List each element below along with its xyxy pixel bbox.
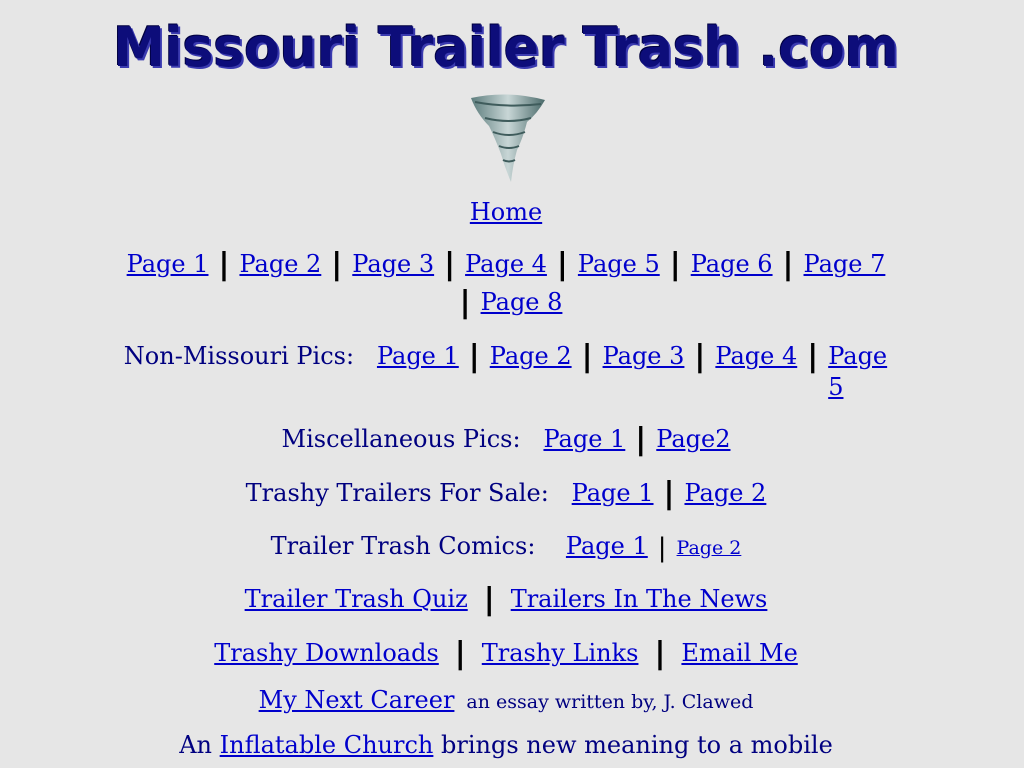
church-suffix: brings new meaning to a mobile — [441, 731, 833, 759]
non-missouri-page-4-link[interactable]: Page 4 — [715, 342, 797, 370]
page-7-link[interactable]: Page 7 — [804, 250, 886, 278]
site-title: Missouri Trailer Trash .com — [113, 16, 899, 79]
misc-page-2-link[interactable]: Page2 — [656, 425, 730, 453]
trashy-links-link[interactable]: Trashy Links — [482, 639, 639, 667]
non-missouri-page-3-link[interactable]: Page 3 — [603, 342, 685, 370]
comics-label: Trailer Trash Comics: — [270, 532, 536, 560]
separator: | — [483, 582, 495, 617]
separator: | — [654, 636, 666, 671]
for-sale-label: Trashy Trailers For Sale: — [245, 479, 549, 507]
non-missouri-page-1-link[interactable]: Page 1 — [377, 342, 459, 370]
news-link[interactable]: Trailers In The News — [511, 585, 768, 613]
tornado-icon — [471, 94, 545, 182]
comics-page-2-link[interactable]: Page 2 — [677, 537, 742, 559]
separator: | — [444, 247, 456, 282]
separator: | — [782, 247, 794, 282]
career-row: My Next Career an essay written by, J. Cl… — [0, 685, 1012, 718]
separator: | — [454, 636, 466, 671]
separator: | — [331, 247, 343, 282]
page-3-link[interactable]: Page 3 — [352, 250, 434, 278]
page-6-link[interactable]: Page 6 — [691, 250, 773, 278]
career-description: an essay written by, J. Clawed — [466, 691, 754, 713]
misc-page-1-link[interactable]: Page 1 — [543, 425, 625, 453]
pages-row-2: | Page 8 — [0, 287, 1012, 318]
separator: | — [635, 422, 647, 457]
quiz-link[interactable]: Trailer Trash Quiz — [245, 585, 468, 613]
comics-row: Trailer Trash Comics: Page 1 | Page 2 — [0, 531, 1012, 564]
church-prefix: An — [179, 731, 213, 759]
misc-label: Miscellaneous Pics: — [281, 425, 521, 453]
separator: | — [657, 533, 667, 563]
inflatable-church-link[interactable]: Inflatable Church — [220, 731, 434, 759]
for-sale-page-2-link[interactable]: Page 2 — [684, 479, 766, 507]
misc-row: Miscellaneous Pics: Page 1 | Page2 — [0, 424, 1012, 455]
non-missouri-page-5-link[interactable]: Page 5 — [828, 341, 888, 403]
separator: | — [694, 339, 706, 374]
separator: | — [669, 247, 681, 282]
non-missouri-page-2-link[interactable]: Page 2 — [490, 342, 572, 370]
comics-page-1-link[interactable]: Page 1 — [566, 532, 648, 560]
separator: | — [581, 339, 593, 374]
home-link[interactable]: Home — [470, 198, 542, 226]
bottom-links-row: Trashy Downloads | Trashy Links | Email Me — [0, 638, 1012, 669]
for-sale-row: Trashy Trailers For Sale: Page 1 | Page 2 — [0, 478, 1012, 509]
separator: | — [218, 247, 230, 282]
for-sale-page-1-link[interactable]: Page 1 — [572, 479, 654, 507]
pages-row-1: Page 1 | Page 2 | Page 3 | Page 4 | Page 5 | Page … — [0, 249, 1012, 280]
page-8-link[interactable]: Page 8 — [481, 288, 563, 316]
separator: | — [556, 247, 568, 282]
separator: | — [807, 339, 819, 374]
downloads-link[interactable]: Trashy Downloads — [214, 639, 439, 667]
email-link[interactable]: Email Me — [681, 639, 797, 667]
page-1-link[interactable]: Page 1 — [127, 250, 209, 278]
extras-row: Trailer Trash Quiz | Trailers In The News — [0, 584, 1012, 615]
page-5-link[interactable]: Page 5 — [578, 250, 660, 278]
page-2-link[interactable]: Page 2 — [239, 250, 321, 278]
separator: | — [459, 285, 471, 320]
non-missouri-label: Non-Missouri Pics: — [123, 342, 355, 370]
career-link[interactable]: My Next Career — [259, 686, 455, 714]
church-row: An Inflatable Church brings new meaning … — [0, 730, 1012, 761]
separator: | — [468, 339, 480, 374]
page-4-link[interactable]: Page 4 — [465, 250, 547, 278]
separator: | — [663, 476, 675, 511]
non-missouri-row-1: Non-Missouri Pics: Page 1 | Page 2 | Page 3 |… — [0, 341, 1012, 403]
home-row: Home — [0, 197, 1012, 228]
